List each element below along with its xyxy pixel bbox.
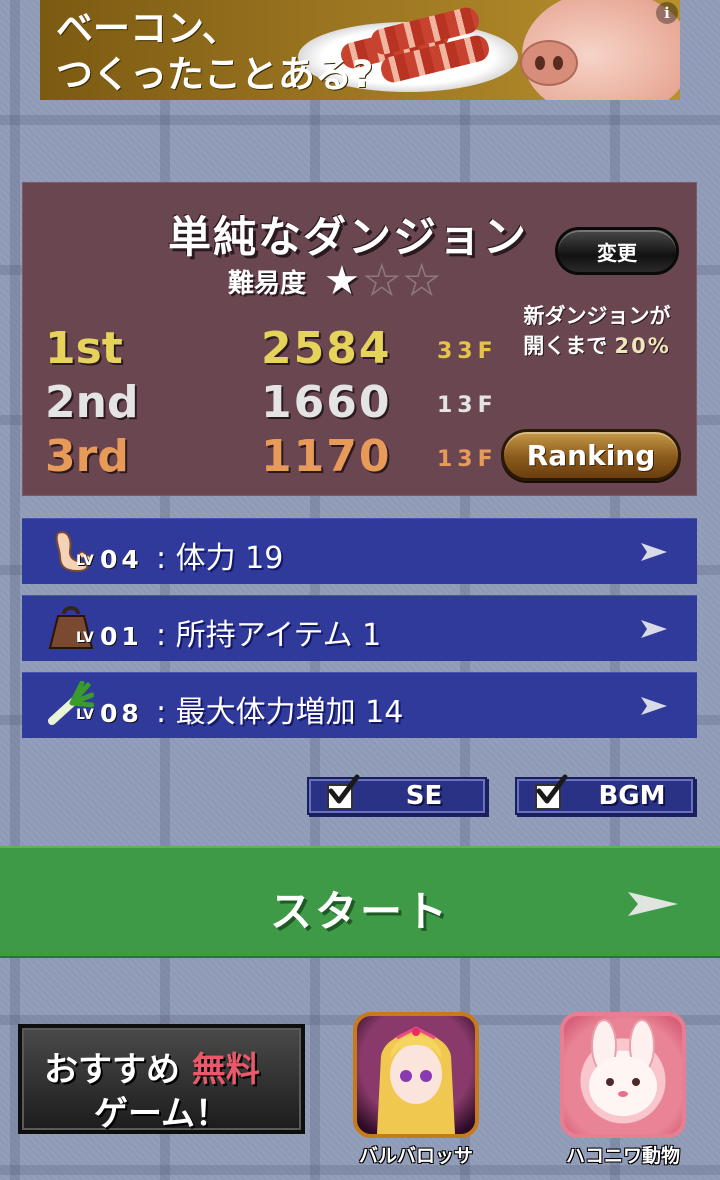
unlock-prefix: 開くまで xyxy=(523,334,608,358)
unlock-percent: 20% xyxy=(614,334,671,358)
level-number: 01 xyxy=(100,622,143,651)
se-label: SE xyxy=(405,781,443,811)
rank-score: 1660 xyxy=(261,377,392,428)
info-icon[interactable]: i xyxy=(656,2,678,24)
pig-snout xyxy=(520,40,578,86)
ranking-row-3: 3rd 1170 13F xyxy=(45,431,505,482)
upgrade-text: : 最大体力増加 14 xyxy=(156,695,404,730)
ranking-row-1: 1st 2584 33F xyxy=(45,323,505,374)
se-toggle[interactable]: SE xyxy=(307,774,487,815)
checkmark-icon xyxy=(328,774,360,804)
upgrade-row-stamina[interactable]: LV 04 : 体力 19 xyxy=(22,518,697,584)
upgrade-text: : 所持アイテム 1 xyxy=(156,618,382,653)
app-name-barbarossa: バルバロッサ xyxy=(358,1145,473,1167)
recommend-line-2: ゲーム！ xyxy=(94,1094,229,1134)
star-empty-icon: ★ xyxy=(403,258,440,304)
ad-line-1: ベーコン、 xyxy=(56,7,239,50)
ad-line-2: つくったことある? xyxy=(56,53,374,96)
bgm-label: BGM xyxy=(598,781,666,811)
rank-floor: 33F xyxy=(437,339,498,364)
barbarossa-app-icon[interactable] xyxy=(353,1012,479,1138)
unlock-line-1: 新ダンジョンが xyxy=(523,304,671,328)
ranking-button[interactable]: Ranking xyxy=(501,429,681,481)
dungeon-panel: 単純なダンジョン 変更 難易度 ★ ★ ★ 1st 2584 33F 2nd 1… xyxy=(22,182,697,496)
arrow-right-icon xyxy=(628,892,678,916)
arrow-right-icon xyxy=(641,697,667,715)
difficulty: 難易度 ★ ★ ★ xyxy=(228,258,444,304)
level-number: 04 xyxy=(100,545,143,574)
recommend-free: 無料 xyxy=(191,1050,260,1090)
rank-score: 2584 xyxy=(261,323,392,374)
ranking-row-2: 2nd 1660 13F xyxy=(45,377,505,428)
difficulty-label: 難易度 xyxy=(228,268,307,299)
level-label: LV xyxy=(76,630,94,646)
change-dungeon-button[interactable]: 変更 xyxy=(555,227,679,275)
star-empty-icon: ★ xyxy=(363,258,400,304)
recommend-prefix: おすすめ xyxy=(44,1050,180,1090)
ad-banner[interactable]: ベーコン、 つくったことある? i xyxy=(40,0,680,100)
start-label: スタート xyxy=(269,887,450,936)
start-button[interactable]: スタート xyxy=(0,846,720,958)
unlock-line-2: 開くまで 20% xyxy=(507,331,687,361)
checkmark-icon xyxy=(536,774,568,804)
level-label: LV xyxy=(76,707,94,723)
rank-floor: 13F xyxy=(437,393,498,418)
rank-position: 2nd xyxy=(45,377,139,428)
upgrade-row-items[interactable]: LV 01 : 所持アイテム 1 xyxy=(22,595,697,661)
app-name-hakoniwa: ハコニワ動物 xyxy=(565,1145,680,1167)
unlock-progress: 新ダンジョンが 開くまで 20% xyxy=(507,301,687,361)
bgm-toggle[interactable]: BGM xyxy=(515,774,695,815)
arrow-right-icon xyxy=(641,620,667,638)
ad-text: ベーコン、 つくったことある? xyxy=(56,6,373,98)
star-filled-icon: ★ xyxy=(324,258,360,304)
upgrade-text: : 体力 19 xyxy=(156,541,284,576)
rank-score: 1170 xyxy=(261,431,392,482)
upgrade-row-max-stamina[interactable]: LV 08 : 最大体力増加 14 xyxy=(22,672,697,738)
recommend-line-1: おすすめ 無料 xyxy=(44,1042,260,1091)
recommended-games-button[interactable]: おすすめ 無料 ゲーム！ xyxy=(18,1024,305,1134)
rank-position: 1st xyxy=(45,323,123,374)
arrow-right-icon xyxy=(641,543,667,561)
bunny-portrait xyxy=(589,1019,657,1116)
level-number: 08 xyxy=(100,699,143,728)
level-label: LV xyxy=(76,553,94,569)
rank-position: 3rd xyxy=(45,431,129,482)
hakoniwa-animal-app-icon[interactable] xyxy=(560,1012,686,1138)
rank-floor: 13F xyxy=(437,447,498,472)
character-portrait xyxy=(377,1026,455,1134)
